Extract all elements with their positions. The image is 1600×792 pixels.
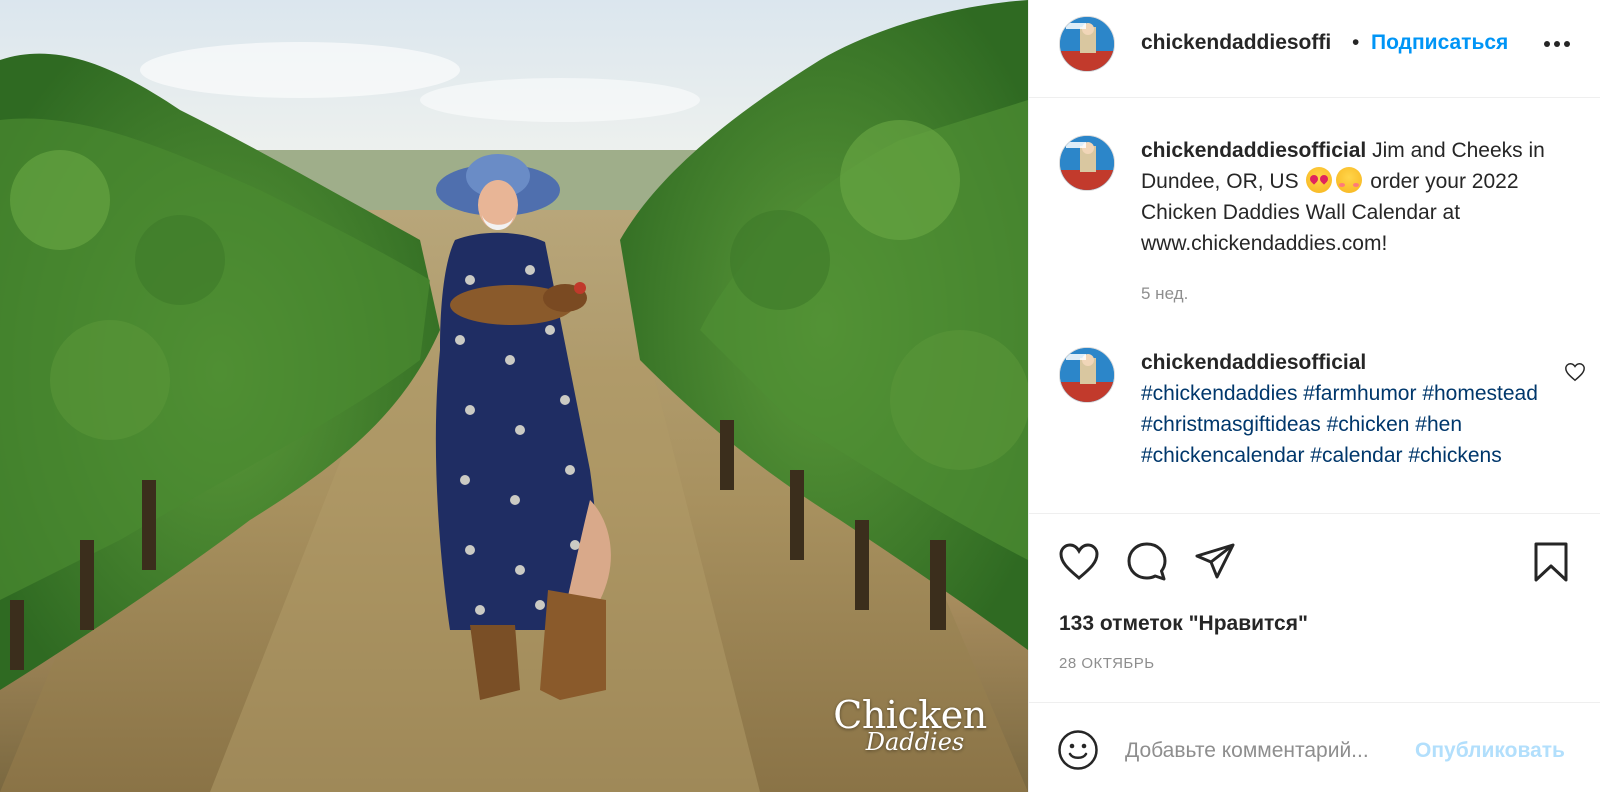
heart-outline-icon[interactable] [1564,361,1586,383]
comment-username[interactable]: chickendaddiesofficial [1141,347,1571,378]
avatar[interactable] [1059,16,1115,72]
comment-input[interactable] [1125,731,1407,771]
post-header: chickendaddiesoffi • Подписаться [1029,0,1600,98]
comment-hashtags[interactable]: #chickendaddies #farmhumor #homestead #c… [1141,378,1571,471]
caption-comment: chickendaddiesofficial Jim and Cheeks in… [1059,135,1579,315]
smiling-face-with-hearts-icon [1306,167,1333,193]
heart-icon[interactable] [1057,540,1101,584]
post-side-panel: chickendaddiesoffi • Подписаться chicken… [1028,0,1600,792]
chicken-daddies-watermark: Chicken Daddies [830,696,990,754]
follow-button[interactable]: Подписаться [1371,31,1508,55]
heart-eyes-icon [1336,167,1363,193]
header-separator: • [1352,31,1360,54]
comment-composer: Опубликовать [1029,702,1600,792]
share-icon[interactable] [1193,540,1237,584]
caption-time[interactable]: 5 нед. [1141,284,1188,304]
post-date[interactable]: 28 ОКТЯБРЬ [1059,655,1155,672]
post-photo[interactable]: Chicken Daddies [0,0,1028,792]
caption-text: chickendaddiesofficial Jim and Cheeks in… [1141,135,1571,259]
avatar-image [1060,17,1114,71]
likes-count[interactable]: 133 отметок "Нравится" [1059,612,1308,636]
comment-icon[interactable] [1125,540,1169,584]
comment-avatar[interactable] [1059,347,1115,403]
more-horizontal-icon[interactable] [1541,32,1573,56]
bookmark-icon[interactable] [1529,540,1573,584]
avatar-image [1060,348,1114,402]
smile-icon[interactable] [1057,729,1099,771]
action-bar [1029,513,1600,585]
caption-username[interactable]: chickendaddiesofficial [1141,139,1366,162]
header-username[interactable]: chickendaddiesoffi [1141,31,1331,55]
caption-avatar[interactable] [1059,135,1115,191]
hashtag-comment: chickendaddiesofficial #chickendaddies #… [1059,347,1585,513]
comment-text: chickendaddiesofficial #chickendaddies #… [1141,347,1571,471]
comments-list[interactable]: chickendaddiesofficial Jim and Cheeks in… [1029,99,1600,513]
avatar-image [1060,136,1114,190]
vineyard-photo-illustration [0,0,1028,792]
publish-button[interactable]: Опубликовать [1415,739,1565,763]
